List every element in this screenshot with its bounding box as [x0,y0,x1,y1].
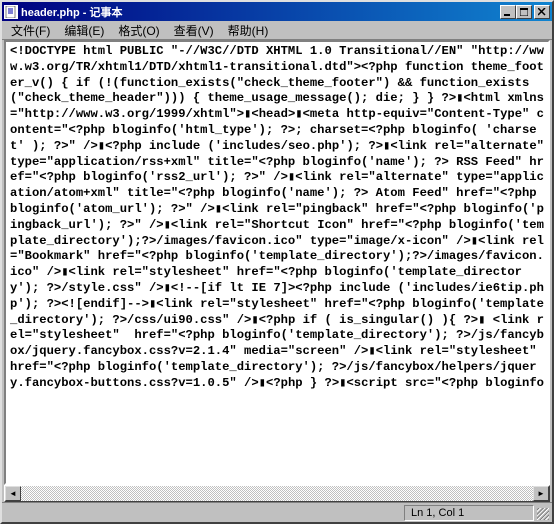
statusbar: Ln 1, Col 1 [2,502,552,522]
minimize-button[interactable] [500,5,516,19]
menu-help[interactable]: 帮助(H) [221,20,276,41]
window-controls [500,5,550,19]
menu-format[interactable]: 格式(O) [111,20,166,41]
close-button[interactable] [534,5,550,19]
titlebar[interactable]: header.php - 记事本 [2,2,552,21]
notepad-window: header.php - 记事本 文件(F) 编辑(E) 格式(O) 查看(V)… [0,0,554,524]
document-text: <!DOCTYPE html PUBLIC "-//W3C//DTD XHTML… [10,44,544,392]
menubar: 文件(F) 编辑(E) 格式(O) 查看(V) 帮助(H) [2,21,552,40]
status-position: Ln 1, Col 1 [404,505,534,521]
scroll-track[interactable] [21,486,533,501]
resize-grip[interactable] [534,505,550,521]
scroll-left-button[interactable]: ◄ [5,486,21,501]
window-title: header.php - 记事本 [21,4,500,20]
app-icon [4,5,18,19]
scroll-right-button[interactable]: ► [533,486,549,501]
horizontal-scrollbar[interactable]: ◄ ► [4,485,550,502]
maximize-button[interactable] [516,5,532,19]
text-area[interactable]: <!DOCTYPE html PUBLIC "-//W3C//DTD XHTML… [4,40,550,485]
menu-file[interactable]: 文件(F) [4,20,57,41]
menu-view[interactable]: 查看(V) [167,20,221,41]
menu-edit[interactable]: 编辑(E) [57,20,111,41]
